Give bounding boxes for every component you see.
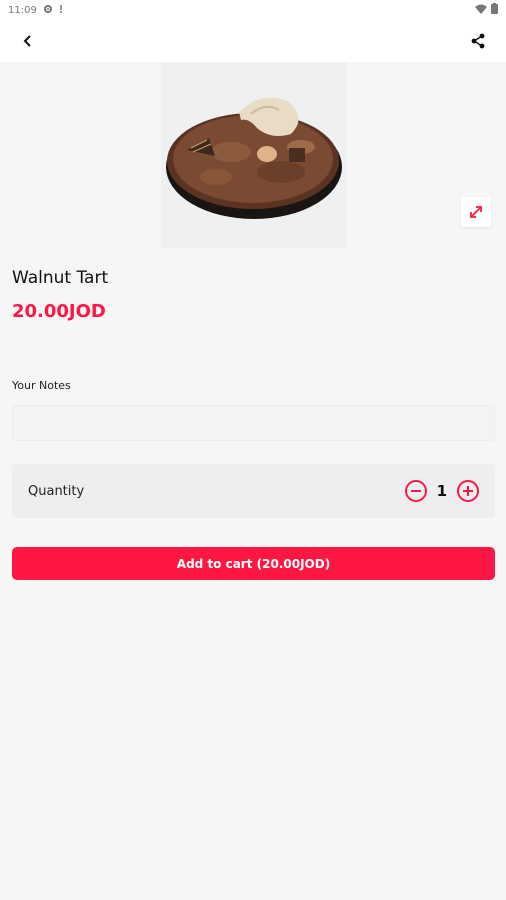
notification-dot-icon [59, 4, 63, 17]
back-arrow-icon [23, 35, 31, 47]
quantity-label: Quantity [28, 483, 85, 499]
status-bar: 11:09 [0, 0, 506, 20]
tart-illustration [161, 62, 347, 248]
expand-image-button[interactable] [461, 197, 491, 227]
status-left: 11:09 [8, 4, 63, 17]
notes-label: Your Notes [12, 379, 71, 392]
wifi-icon [475, 4, 487, 17]
quantity-stepper: 1 [404, 480, 479, 502]
app-bar [0, 20, 506, 62]
expand-icon [470, 206, 482, 218]
product-image[interactable] [161, 62, 347, 248]
product-name: Walnut Tart [12, 268, 109, 288]
back-button[interactable] [14, 27, 42, 55]
quantity-card: Quantity 1 [12, 464, 495, 518]
status-right [475, 3, 498, 17]
share-button[interactable] [464, 27, 492, 55]
battery-icon [491, 3, 498, 17]
increase-quantity-button[interactable] [457, 480, 479, 502]
status-time: 11:09 [8, 4, 37, 16]
share-icon [471, 33, 485, 49]
decrease-quantity-button[interactable] [404, 480, 427, 502]
minus-icon [410, 490, 421, 492]
notes-input[interactable] [12, 405, 495, 441]
quantity-value: 1 [436, 482, 447, 500]
add-to-cart-button[interactable]: Add to cart (20.00JOD) [12, 547, 495, 580]
settings-icon [43, 4, 53, 17]
product-price: 20.00JOD [12, 301, 106, 322]
